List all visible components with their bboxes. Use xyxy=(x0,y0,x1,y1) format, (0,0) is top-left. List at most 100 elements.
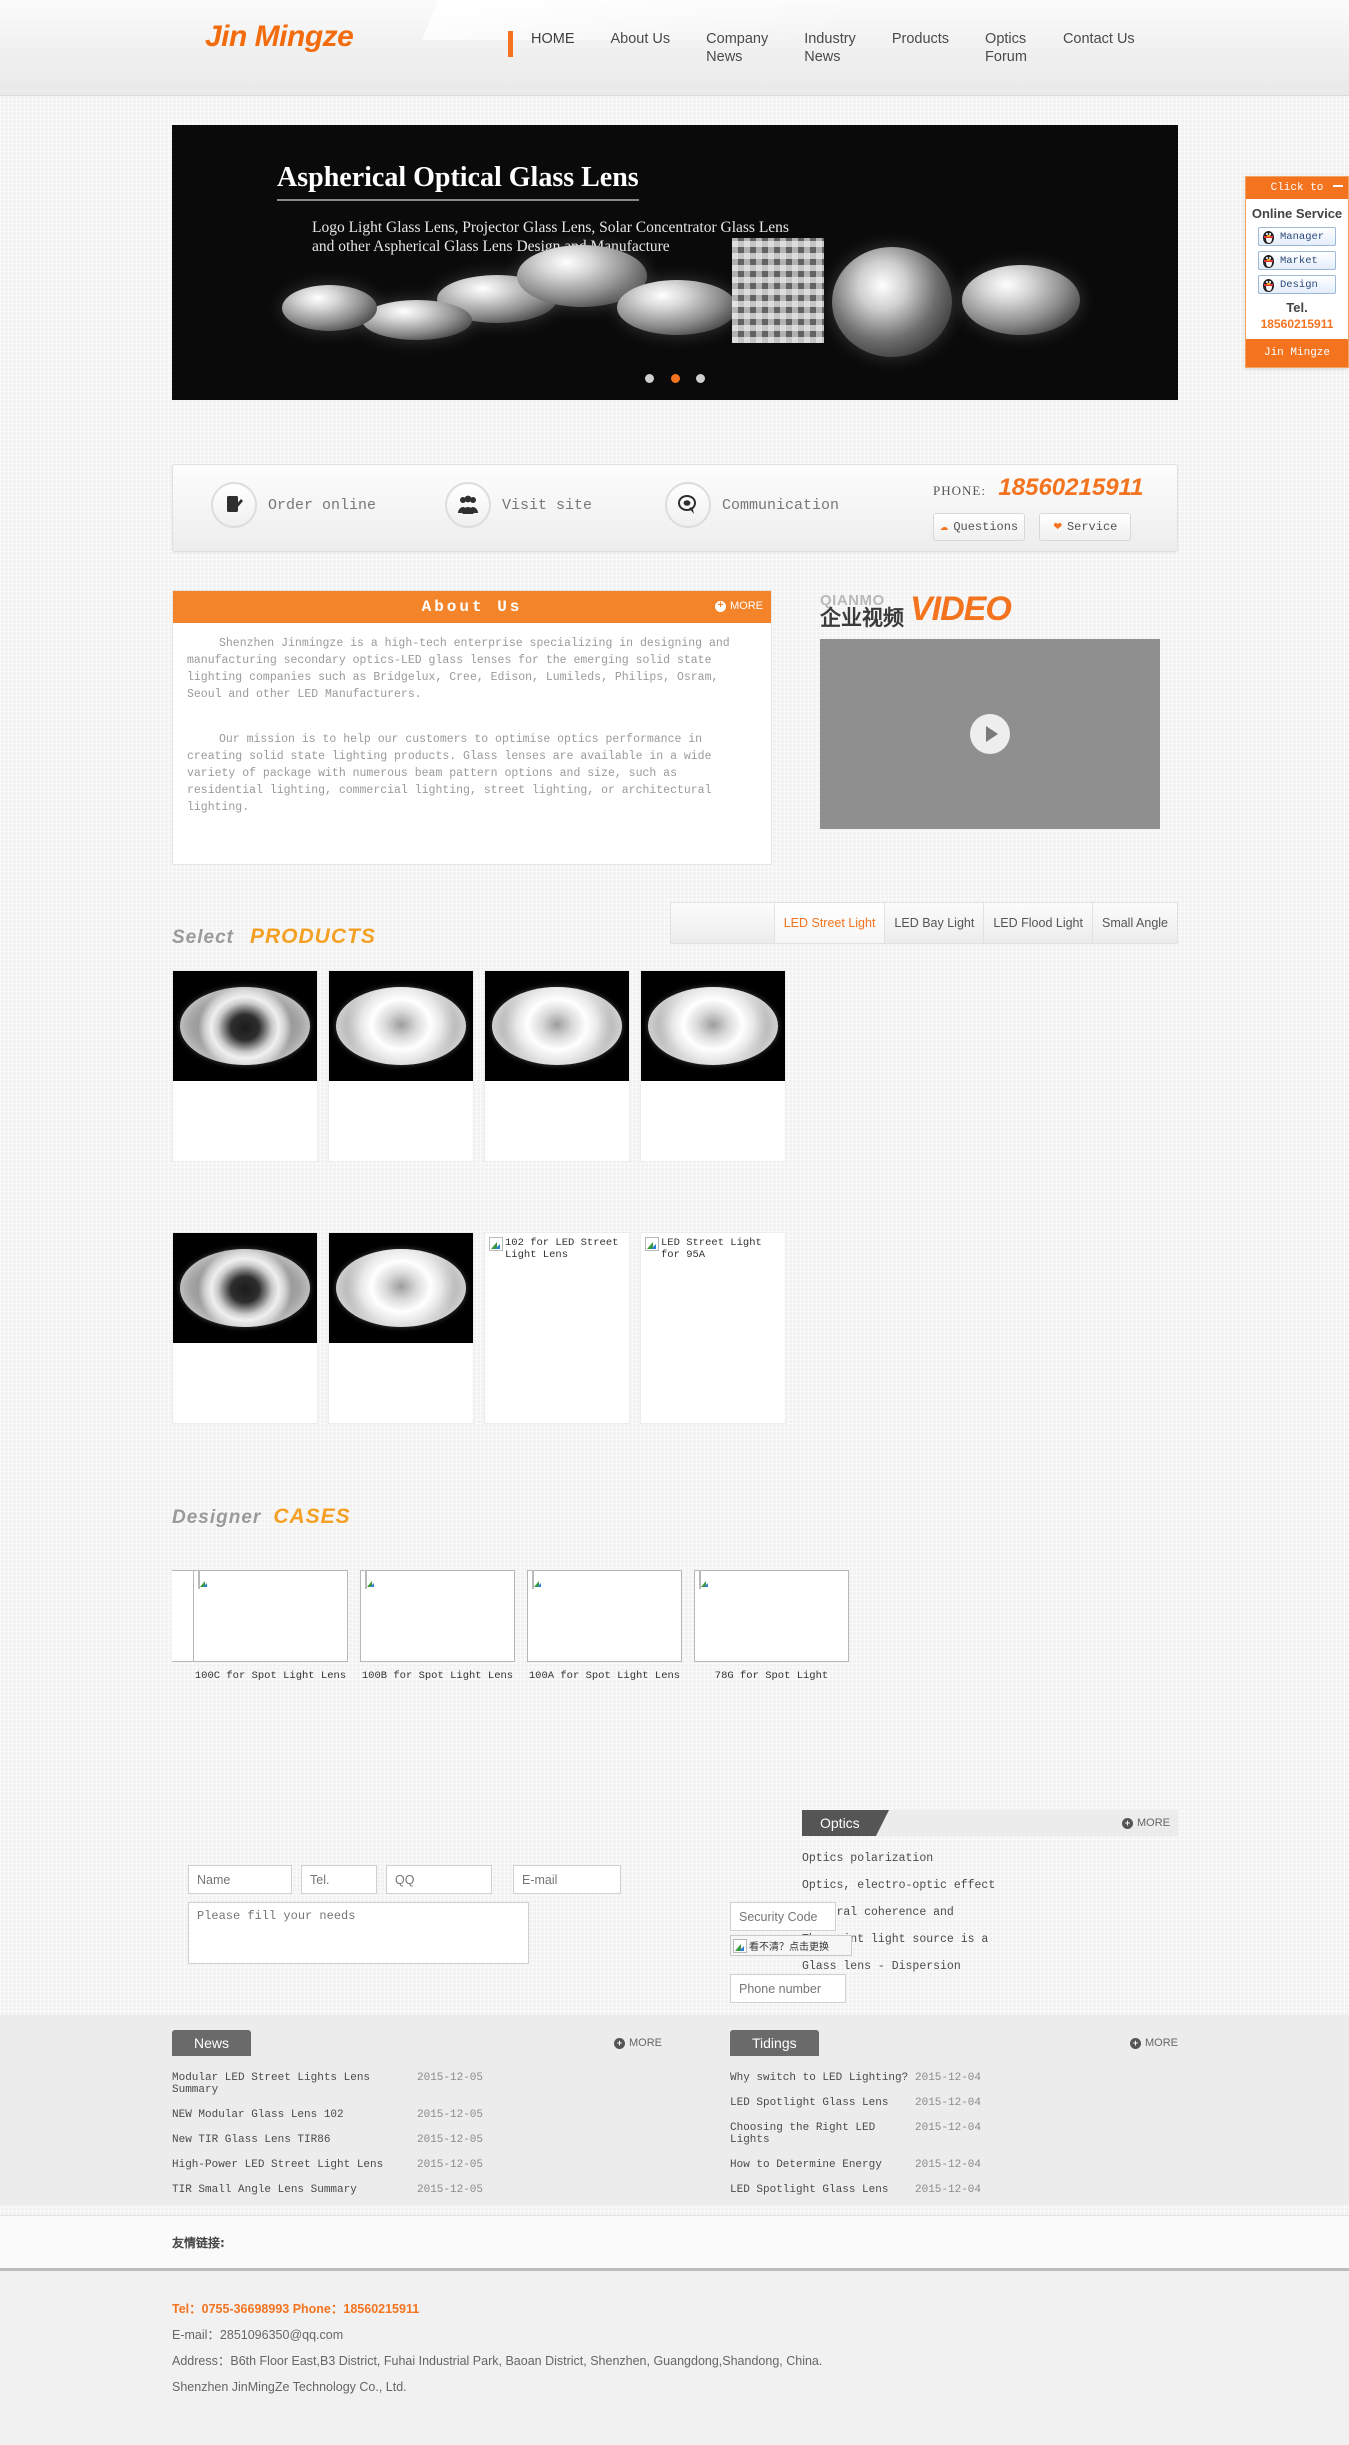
tab-led-flood-light[interactable]: LED Flood Light xyxy=(983,903,1092,943)
footer-email: E-mail：2851096350@qq.com xyxy=(172,2328,344,2342)
news-section: News + MORE Modular LED Street Lights Le… xyxy=(0,2015,1349,2205)
product-card[interactable] xyxy=(328,1232,474,1424)
case-item[interactable]: 78G for Spot Light xyxy=(694,1570,849,1682)
quick-visit-site[interactable]: Visit site xyxy=(445,482,592,528)
banner-dots[interactable] xyxy=(172,370,1178,388)
needs-textarea[interactable] xyxy=(188,1902,529,1964)
site-logo[interactable]: Jin Mingze xyxy=(205,20,354,54)
broken-image-icon xyxy=(699,1570,701,1589)
tidings-row[interactable]: LED Spotlight Glass Lens 2015-12-04 xyxy=(730,2184,1178,2196)
nav-item-contact-us[interactable]: Contact Us xyxy=(1063,30,1135,48)
nav-item-company-news[interactable]: Company News xyxy=(706,30,768,66)
case-label: 78G for Spot Light xyxy=(714,1670,829,1682)
tidings-row-date: 2015-12-04 xyxy=(915,2072,982,2084)
nav-accent-bar xyxy=(508,31,513,57)
tidings-more-link[interactable]: + MORE xyxy=(1130,2037,1178,2049)
news-row[interactable]: NEW Modular Glass Lens 102 2015-12-05 xyxy=(172,2109,662,2121)
service-footer-brand[interactable]: Jin Mingze xyxy=(1246,339,1348,367)
tidings-row[interactable]: Why switch to LED Lighting? 2015-12-04 xyxy=(730,2072,1178,2084)
questions-button[interactable]: ☁ Questions xyxy=(933,513,1025,541)
phone-block: PHONE: 18560215911 ☁ Questions ❤ Service xyxy=(933,474,1143,541)
hero-banner[interactable]: Aspherical Optical Glass Lens Logo Light… xyxy=(172,125,1178,400)
service-button[interactable]: ❤ Service xyxy=(1039,513,1132,541)
optics-link[interactable]: Optics polarization xyxy=(802,1852,1178,1865)
lens-photo-5 xyxy=(617,280,737,335)
news-row-title: New TIR Glass Lens TIR86 xyxy=(172,2134,331,2146)
news-row[interactable]: High-Power LED Street Light Lens 2015-12… xyxy=(172,2159,662,2171)
news-row-date: 2015-12-05 xyxy=(417,2134,484,2146)
tidings-more-label: MORE xyxy=(1145,2037,1178,2049)
qq-design-label: Design xyxy=(1280,278,1318,291)
quick-communication[interactable]: Communication xyxy=(665,482,839,528)
nav-item-about-us[interactable]: About Us xyxy=(611,30,671,48)
speech-bubble-icon xyxy=(665,482,711,528)
tel-input[interactable] xyxy=(301,1865,377,1894)
captcha-refresh[interactable]: 看不清？点击更换 xyxy=(730,1935,852,1956)
news-row-date: 2015-12-05 xyxy=(417,2159,484,2171)
service-collapse-bar[interactable]: Click to xyxy=(1246,177,1348,199)
email-input[interactable] xyxy=(513,1865,621,1894)
news-row[interactable]: New TIR Glass Lens TIR86 2015-12-05 xyxy=(172,2134,662,2146)
phone-number-input[interactable] xyxy=(730,1974,846,2003)
banner-dot-1[interactable] xyxy=(645,374,655,383)
footer-company: Shenzhen JinMingZe Technology Co., Ltd. xyxy=(172,2380,407,2394)
nav-item-optics-forum[interactable]: Optics Forum xyxy=(985,30,1027,66)
news-more-link[interactable]: + MORE xyxy=(614,2037,662,2049)
product-card[interactable] xyxy=(484,970,630,1162)
about-more-link[interactable]: + MORE xyxy=(715,600,763,612)
tidings-header: Tidings + MORE xyxy=(730,2030,1178,2056)
online-service-panel[interactable]: Click to Online Service Manager Market D… xyxy=(1245,176,1349,368)
security-code-input[interactable] xyxy=(730,1902,836,1931)
qq-contact-design[interactable]: Design xyxy=(1258,275,1336,294)
play-icon[interactable] xyxy=(970,714,1010,754)
case-item[interactable]: 100B for Spot Light Lens xyxy=(360,1570,515,1682)
product-card[interactable] xyxy=(328,970,474,1162)
minimize-icon[interactable] xyxy=(1333,185,1343,187)
optics-more-link[interactable]: + MORE xyxy=(1122,1817,1170,1829)
tab-small-angle[interactable]: Small Angle xyxy=(1091,903,1177,943)
product-card[interactable]: LED Street Light for 95A xyxy=(640,1232,786,1424)
lens-array-block xyxy=(732,238,824,343)
broken-image-icon xyxy=(489,1237,503,1251)
tidings-row[interactable]: How to Determine Energy 2015-12-04 xyxy=(730,2159,1178,2171)
optics-link[interactable]: Optics, electro-optic effect xyxy=(802,1879,1178,1892)
service-button-label: Service xyxy=(1066,520,1118,534)
nav-item-home[interactable]: HOME xyxy=(531,30,575,48)
product-image xyxy=(329,1233,473,1343)
news-row[interactable]: Modular LED Street Lights Lens Summary 2… xyxy=(172,2072,662,2096)
cases-carousel[interactable]: 100C for Spot Light Lens 100B for Spot L… xyxy=(172,1570,1178,1720)
qq-contact-manager[interactable]: Manager xyxy=(1258,227,1336,246)
nav-item-industry-news[interactable]: Industry News xyxy=(804,30,856,66)
news-panel: News + MORE Modular LED Street Lights Le… xyxy=(172,2030,662,2209)
contact-form-right-column: 看不清？点击更换 xyxy=(730,1902,896,2003)
banner-dot-2[interactable] xyxy=(670,374,680,383)
service-title: Online Service xyxy=(1251,206,1343,221)
tidings-row[interactable]: LED Spotlight Glass Lens 2015-12-04 xyxy=(730,2097,1178,2109)
product-card[interactable] xyxy=(172,1232,318,1424)
case-item[interactable]: 100A for Spot Light Lens xyxy=(527,1570,682,1682)
tab-led-street-light[interactable]: LED Street Light xyxy=(773,903,885,943)
case-item[interactable]: 100C for Spot Light Lens xyxy=(193,1570,348,1682)
product-card[interactable]: 102 for LED Street Light Lens xyxy=(484,1232,630,1424)
tidings-row[interactable]: Choosing the Right LED Lights 2015-12-04 xyxy=(730,2122,1178,2146)
tidings-title: Tidings xyxy=(730,2030,819,2056)
banner-dot-3[interactable] xyxy=(695,374,705,383)
case-image xyxy=(694,1570,849,1662)
nav-item-products[interactable]: Products xyxy=(892,30,949,48)
qq-contact-market[interactable]: Market xyxy=(1258,251,1336,270)
product-caption xyxy=(641,1081,785,1161)
tidings-row-title: Why switch to LED Lighting? xyxy=(730,2072,909,2084)
product-card[interactable] xyxy=(172,970,318,1162)
news-row[interactable]: TIR Small Angle Lens Summary 2015-12-05 xyxy=(172,2184,662,2196)
footer-tel: Tel：0755-36698993 Phone：18560215911 xyxy=(172,2302,420,2316)
video-player[interactable] xyxy=(820,639,1160,829)
hands-heart-icon: ❤ xyxy=(1053,519,1062,535)
product-card[interactable] xyxy=(640,970,786,1162)
product-caption xyxy=(329,1343,473,1423)
qq-input[interactable] xyxy=(386,1865,492,1894)
name-input[interactable] xyxy=(188,1865,292,1894)
case-image xyxy=(360,1570,515,1662)
tab-led-bay-light[interactable]: LED Bay Light xyxy=(884,903,983,943)
lens-photo-4 xyxy=(282,285,377,331)
quick-order-online[interactable]: Order online xyxy=(211,482,376,528)
